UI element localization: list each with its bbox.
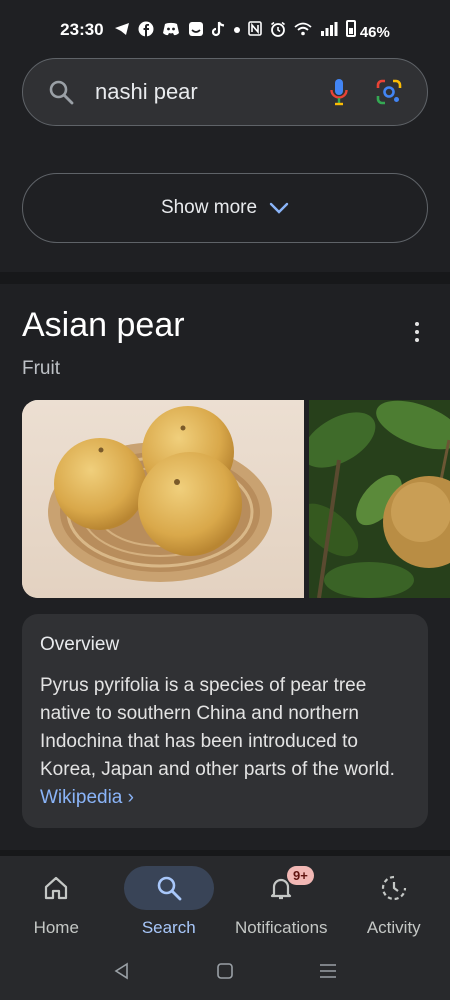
section-divider [0, 272, 450, 284]
battery-indicator: 46% [345, 20, 390, 41]
more-options-icon[interactable] [402, 317, 432, 347]
message-icon [188, 21, 204, 40]
image-carousel[interactable] [22, 400, 450, 598]
panel-title: Asian pear [22, 306, 185, 344]
nav-home[interactable]: Home [0, 856, 113, 942]
panel-subtitle: Fruit [22, 358, 60, 379]
show-more-button[interactable]: Show more [22, 173, 428, 243]
notification-badge: 9+ [287, 866, 314, 885]
pear-tree-image[interactable] [309, 400, 450, 598]
status-bar: 23:30 46% [0, 0, 450, 60]
chevron-right-icon: › [127, 787, 134, 808]
lens-icon[interactable] [371, 74, 407, 110]
nav-search[interactable]: Search [113, 856, 226, 942]
screen: 23:30 46% nashi pear Show more Asian pea… [0, 0, 450, 1000]
bottom-navigation: Home Search 9+ Notifications Activity [0, 856, 450, 942]
overview-card: Overview Pyrus pyrifolia is a species of… [22, 614, 428, 828]
overview-heading: Overview [40, 634, 120, 655]
tiktok-icon [211, 21, 226, 40]
status-time: 23:30 [60, 20, 104, 39]
battery-icon [345, 20, 356, 37]
home-button-icon[interactable] [210, 956, 240, 986]
system-navigation [0, 942, 450, 1000]
home-icon [11, 866, 101, 910]
search-bar[interactable]: nashi pear [22, 58, 428, 126]
nav-notifications-label: Notifications [234, 918, 328, 937]
search-input[interactable]: nashi pear [95, 79, 307, 105]
telegram-icon [114, 22, 130, 39]
activity-icon [349, 866, 439, 910]
alarm-icon [270, 21, 286, 40]
nav-activity[interactable]: Activity [338, 856, 450, 942]
wifi-icon [294, 22, 312, 39]
search-icon [47, 78, 75, 106]
status-icons: 46% [114, 20, 390, 40]
mic-icon[interactable] [321, 74, 357, 110]
nav-search-label: Search [141, 918, 196, 937]
show-more-label: Show more [160, 197, 258, 218]
nav-home-label: Home [33, 918, 79, 937]
overview-text-block: Pyrus pyrifolia is a species of pear tre… [40, 672, 410, 812]
nfc-icon [247, 21, 262, 39]
search-icon [123, 866, 214, 910]
battery-percent: 46% [359, 24, 390, 41]
wikipedia-link[interactable]: Wikipedia [40, 787, 122, 808]
nav-activity-label: Activity [366, 918, 421, 937]
chevron-down-icon [269, 202, 289, 214]
dot-icon [233, 27, 240, 33]
pear-basket-image[interactable] [22, 400, 304, 598]
nav-notifications[interactable]: 9+ Notifications [225, 856, 338, 942]
discord-icon [162, 22, 180, 39]
facebook-icon [138, 21, 154, 40]
recents-icon[interactable] [313, 956, 343, 986]
signal-icon [320, 21, 338, 39]
overview-text: Pyrus pyrifolia is a species of pear tre… [40, 675, 395, 780]
back-icon[interactable] [107, 956, 137, 986]
